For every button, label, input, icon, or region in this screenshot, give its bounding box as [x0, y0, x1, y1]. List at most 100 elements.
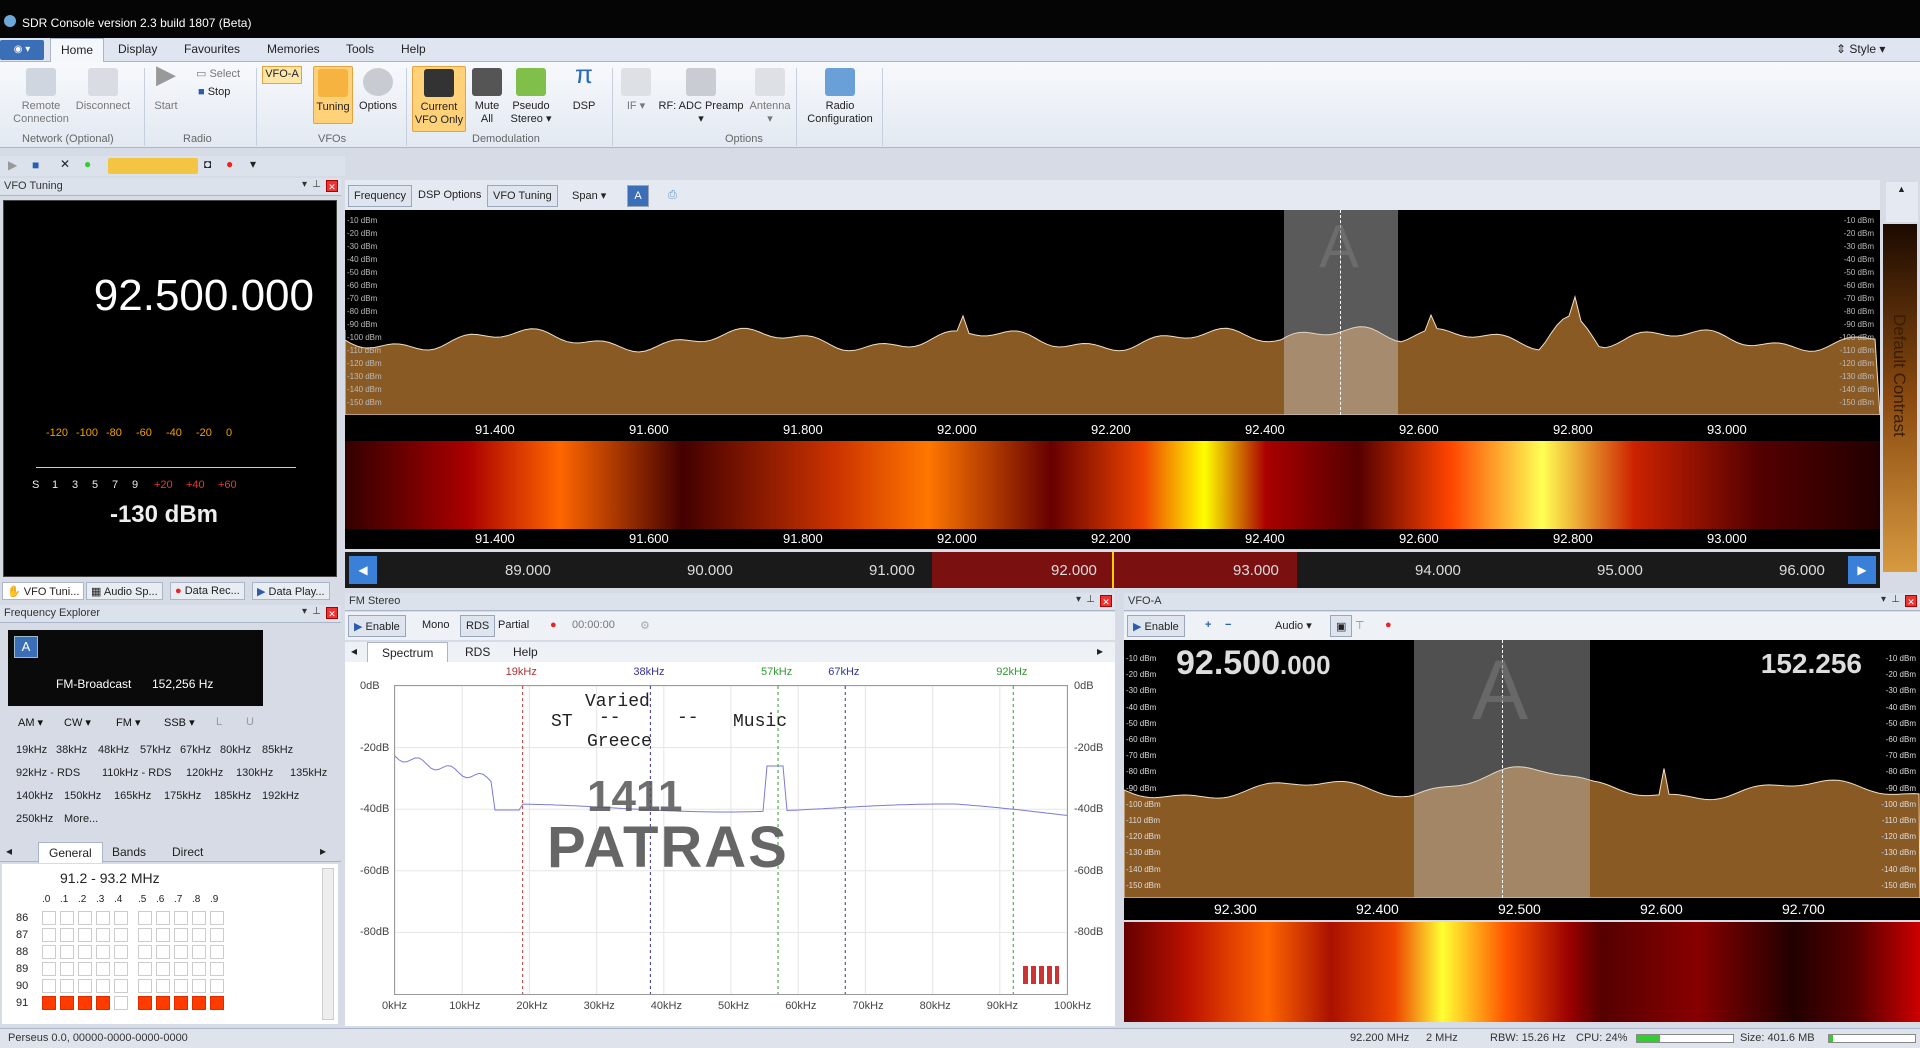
grid-cell[interactable]: [78, 979, 92, 993]
tuning-button[interactable]: Tuning: [313, 66, 353, 124]
grid-cell[interactable]: [138, 979, 152, 993]
zoom-out-icon[interactable]: −: [1220, 615, 1236, 637]
tab-audio-spectrum[interactable]: ▦ Audio Sp...: [86, 582, 163, 600]
grid-cell[interactable]: [210, 945, 224, 959]
grid-cell[interactable]: [210, 911, 224, 925]
grid-cell[interactable]: [96, 945, 110, 959]
grid-cell[interactable]: [60, 962, 74, 976]
settings-icon[interactable]: ⚙: [635, 615, 655, 637]
vfo-a-bandwidth[interactable]: 152.256: [1761, 648, 1862, 680]
if-button[interactable]: IF ▾: [618, 66, 654, 113]
tab-display[interactable]: Display: [118, 42, 157, 56]
vfo-a-enable-button[interactable]: ▶ Enable: [1127, 615, 1185, 637]
grid-cell[interactable]: [156, 911, 170, 925]
grid-cell[interactable]: [42, 928, 56, 942]
record-icon[interactable]: ●: [1380, 615, 1397, 637]
close-icon[interactable]: ✕: [60, 157, 70, 171]
grid-cell[interactable]: [138, 945, 152, 959]
grid-cell[interactable]: [210, 996, 224, 1010]
subcarrier-link[interactable]: 192kHz: [262, 790, 299, 802]
grid-cell[interactable]: [192, 911, 206, 925]
subcarrier-link[interactable]: 185kHz: [214, 790, 251, 802]
mode-fm[interactable]: FM ▾: [116, 716, 140, 729]
band-scroller[interactable]: ◀ 89.000 90.000 91.000 92.000 93.000 94.000 95…: [345, 552, 1880, 588]
grid-cell[interactable]: [156, 996, 170, 1010]
grid-cell[interactable]: [78, 962, 92, 976]
vfo-a-button[interactable]: A: [627, 185, 649, 207]
pin-icon[interactable]: ⊥: [312, 179, 321, 190]
grid-cell[interactable]: [114, 962, 128, 976]
scroll-up[interactable]: ▲: [1886, 182, 1918, 222]
select-button[interactable]: ▭ Select: [196, 68, 240, 81]
subcarrier-link[interactable]: 80kHz: [220, 744, 251, 756]
more-icon[interactable]: ▾: [250, 157, 256, 171]
mode-cw[interactable]: CW ▾: [64, 716, 91, 729]
grid-cell[interactable]: [78, 928, 92, 942]
vfo-a-frequency[interactable]: 92.500.000: [1176, 644, 1331, 683]
subcarrier-link[interactable]: 120kHz: [186, 767, 223, 779]
stop-button[interactable]: ■ Stop: [198, 86, 230, 99]
subcarrier-link[interactable]: 67kHz: [180, 744, 211, 756]
grid-cell[interactable]: [210, 962, 224, 976]
grid-cell[interactable]: [42, 911, 56, 925]
mode-u[interactable]: U: [246, 716, 254, 728]
grid-cell[interactable]: [138, 996, 152, 1010]
mono-button[interactable]: Mono: [417, 615, 455, 637]
tab-data-play[interactable]: ▶ Data Play...: [252, 582, 330, 600]
grid-cell[interactable]: [78, 945, 92, 959]
grid-cell[interactable]: [138, 928, 152, 942]
tab-tools[interactable]: Tools: [346, 42, 374, 56]
partial-button[interactable]: Partial: [493, 615, 534, 637]
tab-fm-help[interactable]: Help: [513, 645, 538, 659]
antenna-button[interactable]: Antenna ▾: [746, 66, 794, 126]
grid-cell[interactable]: [174, 962, 188, 976]
vfo-a-waterfall[interactable]: [1124, 922, 1920, 1022]
grid-cell[interactable]: [210, 979, 224, 993]
vfo-options-button[interactable]: Options: [355, 66, 401, 113]
pin-icon[interactable]: ⊥: [1086, 594, 1095, 605]
scroll-right-icon[interactable]: ▸: [320, 844, 326, 858]
grid-cell[interactable]: [114, 979, 128, 993]
grid-cell[interactable]: [78, 996, 92, 1010]
grid-cell[interactable]: [96, 962, 110, 976]
subcarrier-link[interactable]: 165kHz: [114, 790, 151, 802]
grid-cell[interactable]: [42, 945, 56, 959]
refresh-icon[interactable]: ●: [84, 157, 91, 171]
vfo-a-selector[interactable]: VFO-A: [262, 66, 302, 84]
mode-ssb[interactable]: SSB ▾: [164, 716, 195, 729]
grid-cell[interactable]: [192, 945, 206, 959]
camera-icon[interactable]: ◘: [204, 157, 211, 171]
grid-cell[interactable]: [210, 928, 224, 942]
grid-cell[interactable]: [156, 979, 170, 993]
tab-direct[interactable]: Direct: [172, 845, 203, 859]
play-icon[interactable]: ▶: [8, 158, 17, 172]
grid-cell[interactable]: [174, 911, 188, 925]
stop-icon[interactable]: ■: [32, 158, 39, 172]
current-vfo-only-button[interactable]: Current VFO Only: [412, 66, 466, 132]
subcarrier-link[interactable]: 110kHz - RDS: [102, 767, 171, 779]
grid-cell[interactable]: [114, 996, 128, 1010]
grid-cell[interactable]: [78, 911, 92, 925]
grid-cell[interactable]: [96, 928, 110, 942]
grid-cell[interactable]: [42, 979, 56, 993]
subcarrier-link[interactable]: 48kHz: [98, 744, 129, 756]
grid-cell[interactable]: [114, 945, 128, 959]
subcarrier-link[interactable]: 250kHz: [16, 813, 53, 825]
span-dropdown[interactable]: Span ▾: [567, 185, 611, 207]
grid-cell[interactable]: [60, 928, 74, 942]
grid-cell[interactable]: [174, 928, 188, 942]
grid-cell[interactable]: [114, 911, 128, 925]
memory-slots[interactable]: [108, 158, 198, 174]
subcarrier-link[interactable]: 140kHz: [16, 790, 53, 802]
vfo-tuning-button[interactable]: VFO Tuning: [487, 185, 558, 207]
pin-icon[interactable]: ⊥: [312, 606, 321, 617]
fm-enable-button[interactable]: ▶ Enable: [348, 615, 406, 637]
rf-adc-preamp-button[interactable]: RF: ADC Preamp ▾: [658, 66, 744, 126]
scroll-left-icon[interactable]: ◂: [6, 844, 12, 858]
tab-general[interactable]: General: [38, 842, 103, 863]
subcarrier-link[interactable]: 38kHz: [56, 744, 87, 756]
grid-cell[interactable]: [156, 928, 170, 942]
grid-cell[interactable]: [174, 996, 188, 1010]
grid-cell[interactable]: [138, 911, 152, 925]
waterfall[interactable]: [345, 441, 1880, 529]
